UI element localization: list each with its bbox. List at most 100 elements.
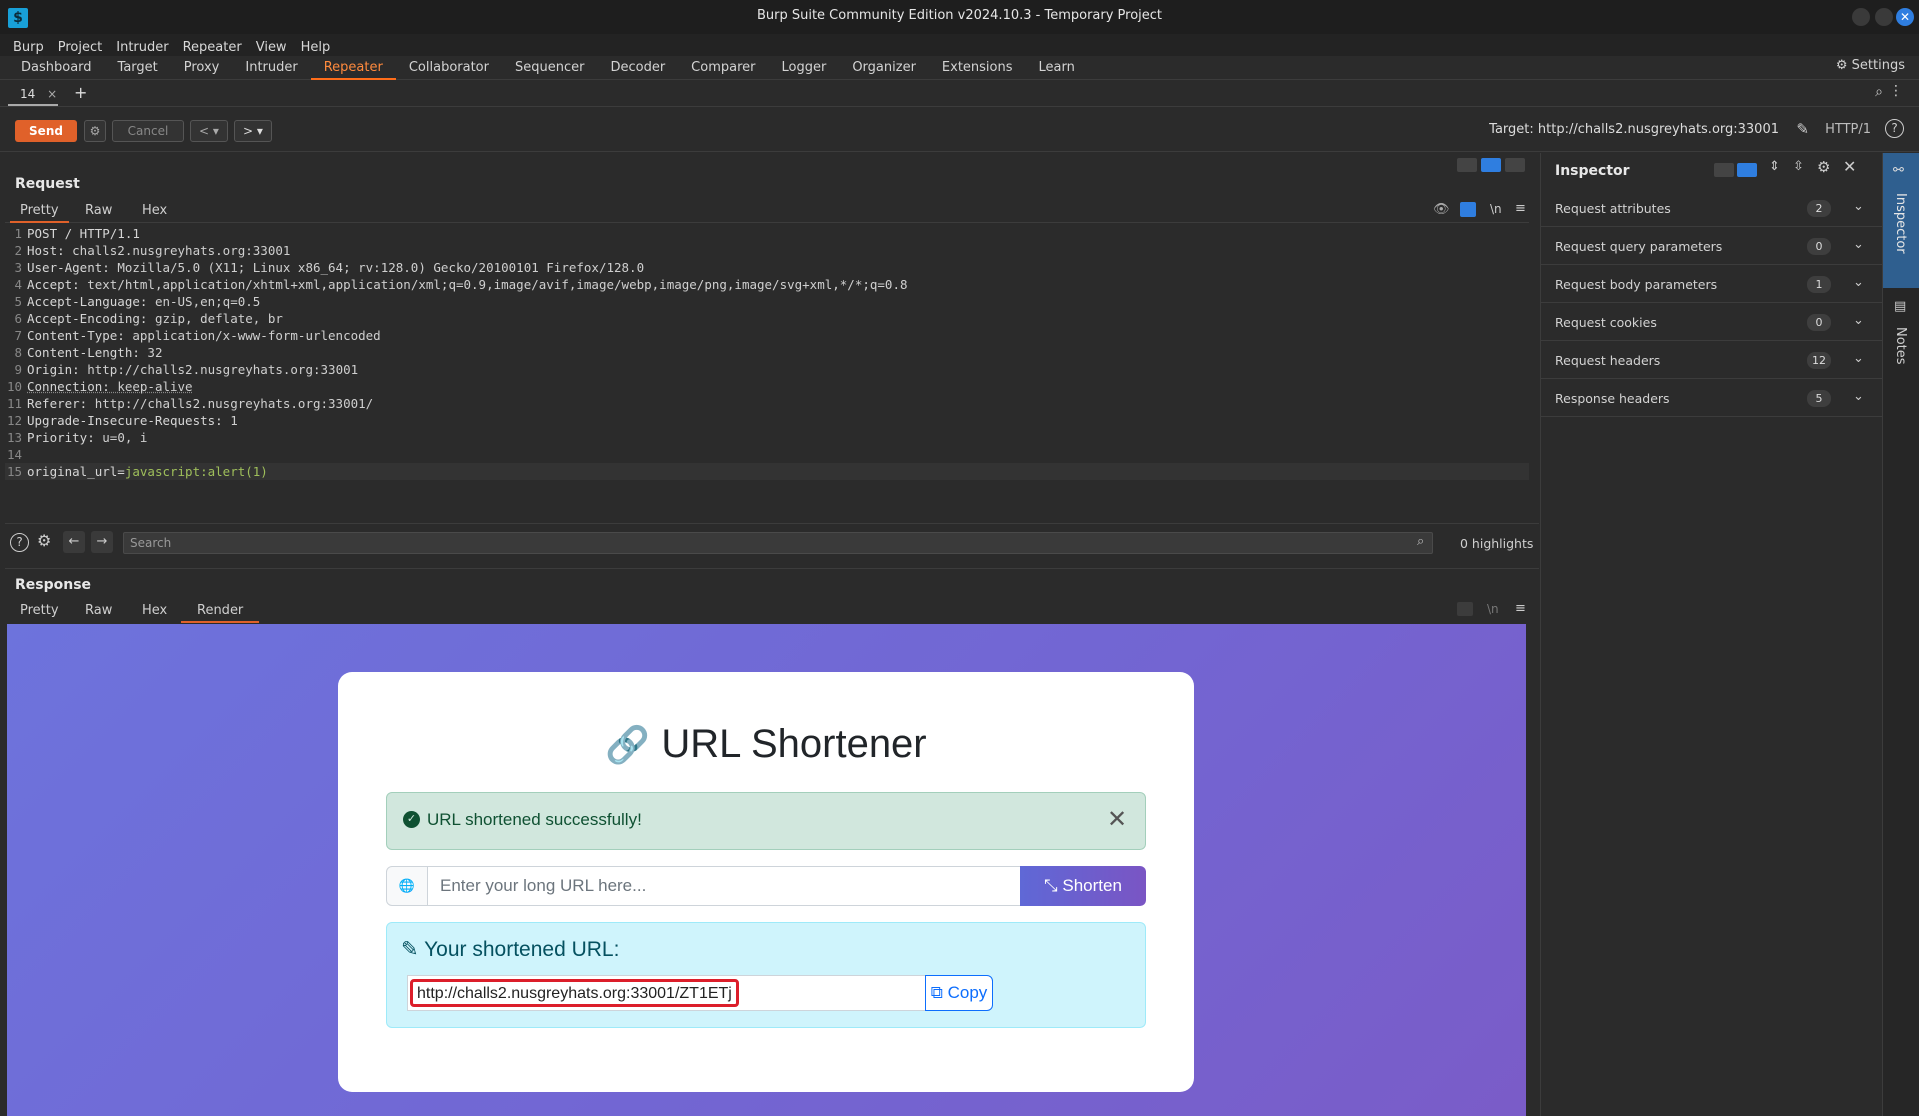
menu-icon[interactable]: ≡ [1515,601,1526,616]
long-url-input[interactable]: Enter your long URL here... [427,866,1021,906]
chevron-down-icon: ⌄ [1853,351,1864,366]
tab-target[interactable]: Target [105,56,171,80]
http-version-label[interactable]: HTTP/1 [1825,122,1871,137]
count-badge: 0 [1807,238,1831,255]
search-input[interactable]: Search [123,532,1433,554]
count-badge: 12 [1807,352,1831,369]
send-settings-gear-icon[interactable]: ⚙ [84,120,106,142]
wrap-lines-icon[interactable] [1457,602,1473,616]
menu-project[interactable]: Project [51,34,109,56]
tab-decoder[interactable]: Decoder [597,56,678,80]
code-line: 4 Accept: text/html,application/xhtml+xml… [14,277,908,292]
hide-nonprintable-eye-icon[interactable]: 👁 [1433,202,1450,217]
add-tab-button[interactable]: + [74,83,87,102]
previous-match-arrow-icon[interactable]: ← [63,531,85,553]
forward-history-button[interactable]: > ▾ [234,120,272,142]
menu-view[interactable]: View [249,34,294,56]
response-tab-pretty[interactable]: Pretty [20,603,59,618]
repeater-toolbar: Send ⚙ Cancel < ▾ > ▾ Target: http://cha… [0,108,1919,152]
layout-tabs-icon[interactable] [1505,158,1526,172]
alert-close-icon[interactable]: ✕ [1107,805,1127,834]
menu-help[interactable]: Help [294,34,338,56]
inspector-settings-gear-icon[interactable]: ⚙ [1817,158,1830,176]
menu-burp[interactable]: Burp [6,34,51,56]
send-button[interactable]: Send [15,120,77,142]
request-tab-pretty[interactable]: Pretty [10,203,69,223]
request-editor[interactable]: 1 POST / HTTP/1.1 2 Host: challs2.nusgreyh… [5,225,1529,519]
success-alert: ✓ URL shortened successfully! ✕ [386,792,1146,850]
tab-organizer[interactable]: Organizer [839,56,929,80]
help-icon[interactable]: ? [1885,119,1904,138]
shortened-url-heading: ✎ Your shortened URL: [401,938,620,961]
show-newlines-icon[interactable]: \n [1490,202,1502,216]
shortened-url-field[interactable]: http://challs2.nusgreyhats.org:33001/ZT1… [407,975,927,1011]
tab-extensions[interactable]: Extensions [929,56,1026,80]
tab-collaborator[interactable]: Collaborator [396,56,502,80]
tab-repeater[interactable]: Repeater [310,56,396,80]
inspector-layout-icon[interactable] [1714,163,1734,177]
inspector-icon: ⚯ [1893,163,1904,178]
menu-repeater[interactable]: Repeater [176,34,249,56]
code-line: 11 Referer: http://challs2.nusgreyhats.or… [6,396,374,411]
code-line: 3 User-Agent: Mozilla/5.0 (X11; Linux x86… [14,260,645,275]
menu-icon[interactable]: ≡ [1515,201,1526,216]
inspector-row-body-params[interactable]: Request body parameters 1 ⌄ [1541,265,1882,303]
expand-all-icon[interactable]: ⇕ [1769,159,1780,174]
tab-logger[interactable]: Logger [769,56,840,80]
close-tab-icon[interactable]: × [47,87,57,101]
tab-dashboard[interactable]: Dashboard [8,56,105,80]
minimize-button[interactable] [1852,8,1870,26]
menu-intruder[interactable]: Intruder [109,34,175,56]
tab-intruder[interactable]: Intruder [232,56,310,80]
more-icon[interactable]: ⋮ [1889,83,1903,99]
code-line: 6 Accept-Encoding: gzip, deflate, br [14,311,283,326]
maximize-button[interactable] [1875,8,1893,26]
inspector-row-request-attributes[interactable]: Request attributes 2 ⌄ [1541,189,1882,227]
inspector-row-response-headers[interactable]: Response headers 5 ⌄ [1541,379,1882,417]
response-tab-render[interactable]: Render [181,603,260,623]
right-sidebar: ⚯ Inspector ▤ Notes [1882,153,1919,1116]
copy-button[interactable]: ⧉ Copy [925,975,993,1011]
shortened-url-box: ✎ Your shortened URL: http://challs2.nus… [386,922,1146,1028]
request-title: Request [15,176,80,192]
back-history-button[interactable]: < ▾ [190,120,228,142]
wrap-lines-icon[interactable] [1460,202,1476,217]
inspector-row-request-headers[interactable]: Request headers 12 ⌄ [1541,341,1882,379]
code-line: 5 Accept-Language: en-US,en;q=0.5 [14,294,261,309]
response-tab-hex[interactable]: Hex [142,603,167,618]
code-line: 12 Upgrade-Insecure-Requests: 1 [6,413,238,428]
sidebar-tab-notes[interactable]: ▤ Notes [1883,293,1919,383]
search-settings-gear-icon[interactable]: ⚙ [37,531,51,550]
tab-comparer[interactable]: Comparer [678,56,768,80]
layout-split-horizontal-icon[interactable] [1481,158,1502,172]
inspector-row-cookies[interactable]: Request cookies 0 ⌄ [1541,303,1882,341]
request-tab-raw[interactable]: Raw [85,203,112,218]
inspector-close-icon[interactable]: ✕ [1843,157,1856,176]
sidebar-tab-inspector[interactable]: ⚯ Inspector [1883,153,1919,288]
target-label[interactable]: Target: http://challs2.nusgreyhats.org:3… [1489,122,1779,137]
settings-button[interactable]: ⚙ Settings [1836,58,1905,73]
collapse-all-icon[interactable]: ⇳ [1793,159,1804,174]
next-match-arrow-icon[interactable]: → [91,531,113,553]
inspector-layout-active-icon[interactable] [1737,163,1757,177]
tab-learn[interactable]: Learn [1026,56,1088,80]
search-icon[interactable]: ⌕ [1875,84,1883,100]
response-tab-raw[interactable]: Raw [85,603,112,618]
tab-sequencer[interactable]: Sequencer [502,56,597,80]
cancel-button[interactable]: Cancel [112,120,184,142]
request-tab-hex[interactable]: Hex [142,203,167,218]
inspector-row-query-params[interactable]: Request query parameters 0 ⌄ [1541,227,1882,265]
request-tabs: Pretty Raw Hex 👁 \n ≡ [5,199,1529,223]
repeater-tab[interactable]: 14 × [8,84,58,106]
edit-target-pencil-icon[interactable]: ✎ [1796,120,1809,138]
code-line: 1 POST / HTTP/1.1 [14,226,140,241]
show-newlines-icon[interactable]: \n [1487,602,1499,616]
search-bar: ? ⚙ ← → Search ⌕ 0 highlights [5,523,1539,563]
layout-split-vertical-icon[interactable] [1457,158,1477,172]
code-line: 13 Priority: u=0, i [6,430,148,445]
close-window-button[interactable]: ✕ [1896,8,1914,26]
shorten-button[interactable]: ⤡ Shorten [1020,866,1146,906]
url-shortener-card: 🔗 URL Shortener ✓ URL shortened successf… [338,672,1194,1092]
tab-proxy[interactable]: Proxy [171,56,233,80]
help-icon[interactable]: ? [10,533,29,552]
